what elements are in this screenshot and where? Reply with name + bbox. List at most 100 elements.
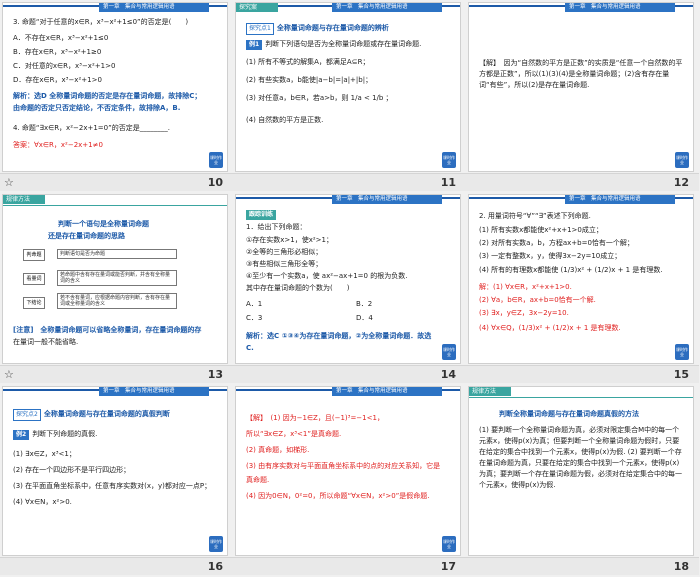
star-icon[interactable]: ☆ xyxy=(4,368,14,381)
flow-quantifier: 看量词 xyxy=(23,273,45,285)
item-3: (3) 一定有整数x，y，使得3x−2y=10成立； xyxy=(479,252,622,260)
answer-4: (4) ∀x∈Q，(1/3)x² + (1/2)x + 1 是有理数. xyxy=(479,324,621,332)
slide-caption: 12 xyxy=(466,173,699,191)
homework-button[interactable]: 课时作业 xyxy=(675,344,689,360)
item-1: (1) 所有实数x都能使x²+x+1>0成立； xyxy=(479,226,603,234)
solution-line-2: 由命题的否定只否定结论，不否定条件，故排除A，B. xyxy=(13,104,181,112)
slide-header: 第一章 集合与常用逻辑用语 xyxy=(469,3,693,14)
slide-thumbnail[interactable]: 第一章 集合与常用逻辑用语 【解】 (1) 因为−1∈Z，且(−1)³=−1<1… xyxy=(235,386,461,556)
method-title: 判断全称量词命题与存在量词命题真假的方法 xyxy=(499,410,639,418)
slide-number: 18 xyxy=(673,560,689,573)
solution-line-1: 解析：选C ①③④为存在量词命题，②为全称量词命题．故选 xyxy=(246,332,432,340)
slide-header: 规律方法 xyxy=(469,387,693,398)
slide-number: 10 xyxy=(207,176,223,189)
answer: 答案：∀x∈R，x²−2x+1≠0 xyxy=(13,141,103,149)
line-3: ②全等的三角形必相似； xyxy=(246,248,323,256)
section-title: 探究点1 全称量词命题与存在量词命题的辨析 xyxy=(246,23,389,35)
slide-number: 14 xyxy=(440,368,456,381)
slide-header: 第一章 集合与常用逻辑用语 xyxy=(3,3,227,14)
question-4: 4. 命题“∃x∈R，x²−2x+1=0”的否定是________. xyxy=(13,124,170,132)
method-title-2: 还是存在量词命题的思路 xyxy=(48,232,125,240)
flow-box-3: 若不含有量词，应根据命题内容判断，含有存在量词或全称量词的含义 xyxy=(57,293,177,309)
line-5: ④至少有一个实数a，使 ax²−ax+1=0 的根为负数. xyxy=(246,272,408,280)
option-c: C．3 xyxy=(246,314,263,322)
slide-header: 第一章 集合与常用逻辑用语 xyxy=(3,387,227,398)
homework-button[interactable]: 课时作业 xyxy=(442,536,456,552)
item-3: (3) 在平面直角坐标系中，任意有序实数对(x，y)都对应一点P； xyxy=(13,482,212,490)
slide-caption: ☆ 13 xyxy=(0,365,233,383)
slide-thumbnail[interactable]: 探究案 第一章 集合与常用逻辑用语 探究点1 全称量词命题与存在量词命题的辨析 例1… xyxy=(235,2,461,172)
item-2: (2) 存在一个四边形不是平行四边形； xyxy=(13,466,131,474)
item-3: (3) 对任意a，b∈R，若a>b，则 1/a < 1/b ； xyxy=(246,94,393,102)
option-b: B．存在x∈R，x³−x²+1≥0 xyxy=(13,48,102,56)
slide-number: 13 xyxy=(207,368,223,381)
slide-cell-17[interactable]: 第一章 集合与常用逻辑用语 【解】 (1) 因为−1∈Z，且(−1)³=−1<1… xyxy=(233,384,466,576)
item-1: (1) ∃x∈Z，x³<1； xyxy=(13,450,76,458)
slide-caption: 15 xyxy=(466,365,699,383)
slide-caption: 17 xyxy=(233,557,466,575)
slide-caption: 14 xyxy=(233,365,466,383)
flow-judge: 判命题 xyxy=(23,249,45,261)
solution-line-2: 所以“∃x∈Z，x³<1”是真命题. xyxy=(246,430,342,438)
note-line-1: [注意] 全称量词命题可以省略全称量词，存在量词命题的存 xyxy=(13,326,202,334)
slide-number: 15 xyxy=(673,368,689,381)
flow-conclude: 下结论 xyxy=(23,297,45,309)
slide-cell-18[interactable]: 规律方法 判断全称量词命题与存在量词命题真假的方法 (1) 要判断一个全称量词命… xyxy=(466,384,699,576)
solution-line-3: (2) 真命题，如梯形. xyxy=(246,446,310,454)
slide-caption: 16 xyxy=(0,557,233,575)
item-4: (4) 自然数的平方是正数. xyxy=(246,116,324,124)
slide-thumbnail[interactable]: 第一章 集合与常用逻辑用语 【解】 因为“自然数的平方是正数”的实质是“任意一个… xyxy=(468,2,694,172)
solution-line-1: 【解】 (1) 因为−1∈Z，且(−1)³=−1<1， xyxy=(246,414,384,422)
slide-thumbnail[interactable]: 第一章 集合与常用逻辑用语 探究点2 全称量词命题与存在量词命题的真假判断 例2 判… xyxy=(2,386,228,556)
homework-button[interactable]: 课时作业 xyxy=(675,152,689,168)
example-prompt: 例2 判断下列命题的真假. xyxy=(13,429,97,440)
section-title: 探究点2 全称量词命题与存在量词命题的真假判断 xyxy=(13,409,170,421)
method-paragraph: (1) 要判断一个全称量词命题为真，必须对限定集合M中的每一个元素x，使得p(x… xyxy=(479,426,682,489)
answer-2: (2) ∀a，b∈R，ax+b=0恰有一个解. xyxy=(479,296,596,304)
option-c: C．对任意的x∈R，x³−x²+1>0 xyxy=(13,62,116,70)
flow-box-2: 若命题中含有存在量词或能否判断，并含有全称量词的含义 xyxy=(57,270,177,286)
slide-thumbnail[interactable]: 第一章 集合与常用逻辑用语 3. 命题“对于任意的x∈R，x³−x²+1≤0”的… xyxy=(2,2,228,172)
slide-cell-10[interactable]: 第一章 集合与常用逻辑用语 3. 命题“对于任意的x∈R，x³−x²+1≤0”的… xyxy=(0,0,233,192)
practice-tag: 跟踪训练 xyxy=(246,209,279,220)
slide-caption: ☆ 10 xyxy=(0,173,233,191)
method-title-1: 判断一个语句是全称量词命题 xyxy=(58,220,149,228)
question-3: 3. 命题“对于任意的x∈R，x³−x²+1≤0”的否定是( ) xyxy=(13,18,189,26)
line-6: 其中存在量词命题的个数为( ) xyxy=(246,284,350,292)
slide-cell-15[interactable]: 第一章 集合与常用逻辑用语 2. 用量词符号“∀”“∃”表述下列命题. (1) … xyxy=(466,192,699,384)
option-b: B．2 xyxy=(356,300,373,308)
solution-line-1: 解析：选D 全称量词命题的否定是存在量词命题，故排除C； xyxy=(13,92,202,100)
option-d: D．存在x∈R，x³−x²+1>0 xyxy=(13,76,102,84)
item-4: (4) 所有的有理数x都能使 (1/3)x² + (1/2)x + 1 是有理数… xyxy=(479,266,663,274)
solution-line-6: (4) 因为0∈N，0²=0，所以命题“∀x∈N，x²>0”是假命题. xyxy=(246,492,430,500)
star-icon[interactable]: ☆ xyxy=(4,176,14,189)
answer-3: (3) ∃x，y∈Z，3x−2y=10. xyxy=(479,309,569,317)
homework-button[interactable]: 课时作业 xyxy=(442,152,456,168)
slide-thumbnail[interactable]: 规律方法 判断全称量词命题与存在量词命题真假的方法 (1) 要判断一个全称量词命… xyxy=(468,386,694,556)
solution-line-4: (3) 由有序实数对与平面直角坐标系中的点的对应关系知，它是 xyxy=(246,462,441,470)
flow-box-1: 判断语句是否为命题 xyxy=(57,249,177,259)
homework-button[interactable]: 课时作业 xyxy=(209,152,223,168)
answer-1: 解：(1) ∀x∈R，x²+x+1>0. xyxy=(479,283,572,291)
slide-cell-14[interactable]: 第一章 集合与常用逻辑用语 跟踪训练 1．给出下列命题： ①存在实数x>1，使x… xyxy=(233,192,466,384)
slide-number: 12 xyxy=(673,176,689,189)
item-4: (4) ∀x∈N，x²>0. xyxy=(13,498,72,506)
slide-thumbnail[interactable]: 第一章 集合与常用逻辑用语 跟踪训练 1．给出下列命题： ①存在实数x>1，使x… xyxy=(235,194,461,364)
homework-button[interactable]: 课时作业 xyxy=(442,344,456,360)
item-1: (1) 所有不等式的解集A，都满足A⊆R； xyxy=(246,58,370,66)
option-d: D．4 xyxy=(356,314,373,322)
slide-header: 第一章 集合与常用逻辑用语 xyxy=(469,195,693,206)
slide-cell-16[interactable]: 第一章 集合与常用逻辑用语 探究点2 全称量词命题与存在量词命题的真假判断 例2 判… xyxy=(0,384,233,576)
slide-cell-13[interactable]: 规律方法 判断一个语句是全称量词命题 还是存在量词命题的思路 判命题 看量词 下… xyxy=(0,192,233,384)
slide-number: 16 xyxy=(207,560,223,573)
slide-thumbnail[interactable]: 规律方法 判断一个语句是全称量词命题 还是存在量词命题的思路 判命题 看量词 下… xyxy=(2,194,228,364)
slide-cell-11[interactable]: 探究案 第一章 集合与常用逻辑用语 探究点1 全称量词命题与存在量词命题的辨析 例1… xyxy=(233,0,466,192)
homework-button[interactable]: 课时作业 xyxy=(209,536,223,552)
slide-cell-12[interactable]: 第一章 集合与常用逻辑用语 【解】 因为“自然数的平方是正数”的实质是“任意一个… xyxy=(466,0,699,192)
solution-paragraph: 【解】 因为“自然数的平方是正数”的实质是“任意一个自然数的平方都是正数”，所以… xyxy=(479,59,683,89)
option-a: A．1 xyxy=(246,300,263,308)
slide-header: 规律方法 xyxy=(3,195,227,206)
slide-thumbnail[interactable]: 第一章 集合与常用逻辑用语 2. 用量词符号“∀”“∃”表述下列命题. (1) … xyxy=(468,194,694,364)
solution-line-2: C. xyxy=(246,344,254,352)
question-2: 2. 用量词符号“∀”“∃”表述下列命题. xyxy=(479,212,591,220)
